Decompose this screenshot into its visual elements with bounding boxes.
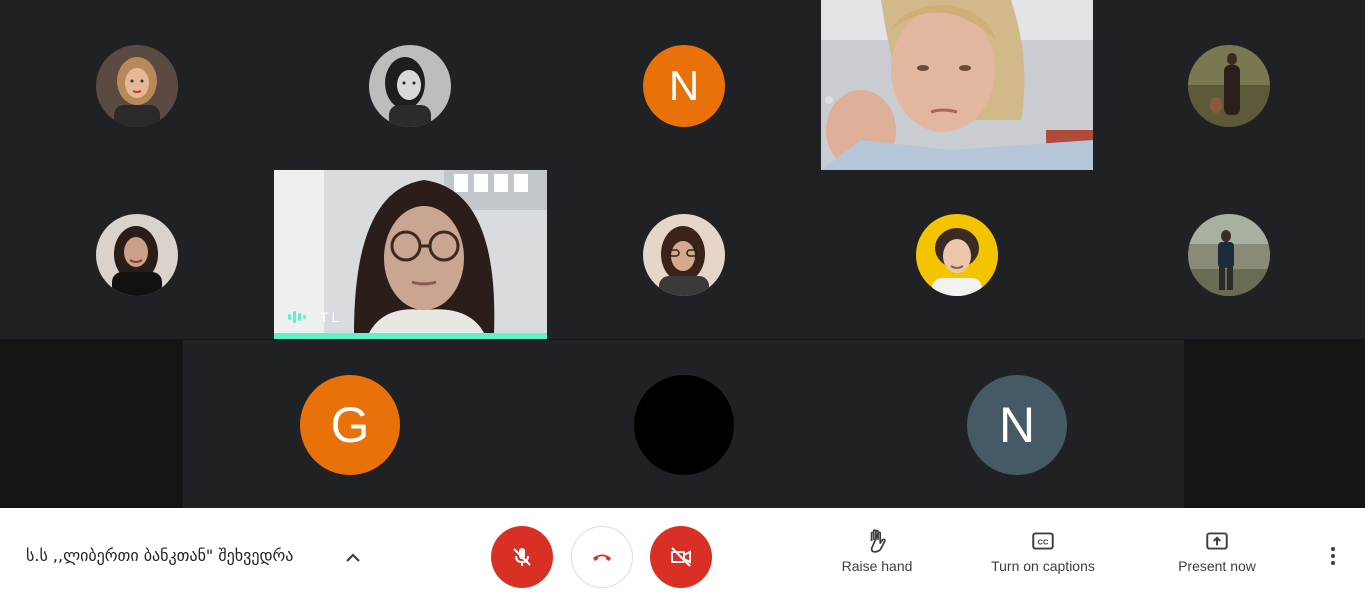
- person-avatar-icon: [1188, 45, 1270, 127]
- participant-initial: N: [998, 397, 1036, 453]
- chevron-up-icon[interactable]: [343, 548, 363, 568]
- meeting-title[interactable]: ს.ს ,,ლიბერთი ბანკთან" შეხვედრა: [26, 546, 293, 565]
- participant-avatar: [643, 214, 725, 296]
- participant-avatar: [916, 214, 998, 296]
- hand-icon: [870, 529, 886, 553]
- raise-hand-button[interactable]: Raise hand: [832, 528, 922, 574]
- participant-video: [821, 0, 1093, 170]
- present-now-button[interactable]: Present now: [1168, 528, 1266, 574]
- call-end-icon: [593, 554, 611, 561]
- participant-avatar: [1188, 214, 1270, 296]
- person-avatar-icon: [916, 214, 998, 296]
- captions-button[interactable]: CC Turn on captions: [980, 528, 1106, 574]
- participant-grid: N TL: [0, 0, 1365, 339]
- participant-avatar: [369, 45, 451, 127]
- participant-initial-avatar: G: [300, 375, 400, 475]
- bottom-tile-area: G N: [183, 339, 1184, 508]
- participant-avatar: [96, 45, 178, 127]
- person-avatar-icon: [96, 214, 178, 296]
- participant-initial: N: [668, 62, 700, 109]
- closed-captions-icon: CC: [1032, 532, 1054, 550]
- participant-avatar: [1188, 45, 1270, 127]
- person-avatar-icon: [369, 45, 451, 127]
- present-to-all-icon: [1206, 532, 1228, 550]
- participant-blank-avatar: [634, 375, 734, 475]
- svg-text:CC: CC: [1038, 537, 1049, 546]
- leave-call-button[interactable]: [571, 526, 633, 588]
- present-now-label: Present now: [1178, 558, 1256, 574]
- camera-toggle-button[interactable]: [650, 526, 712, 588]
- participant-grid-bottom: G N: [0, 339, 1365, 508]
- captions-label: Turn on captions: [991, 558, 1095, 574]
- person-avatar-icon: [643, 214, 725, 296]
- videocam-off-icon: [671, 547, 691, 567]
- participant-initial: G: [330, 397, 370, 453]
- meeting-stage: N TL G N: [0, 0, 1365, 508]
- mic-toggle-button[interactable]: [491, 526, 553, 588]
- mic-off-icon: [513, 548, 531, 566]
- person-avatar-icon: [96, 45, 178, 127]
- raise-hand-label: Raise hand: [841, 558, 913, 574]
- more-options-icon[interactable]: [1322, 545, 1344, 567]
- participant-initial-avatar: N: [967, 375, 1067, 475]
- person-avatar-icon: [1188, 214, 1270, 296]
- video-feed: [274, 170, 547, 333]
- audio-level-icon: [288, 310, 306, 324]
- participant-initial-avatar: N: [643, 45, 725, 127]
- video-feed: [821, 0, 1093, 170]
- participant-avatar: [96, 214, 178, 296]
- participant-video-speaking: [274, 170, 547, 333]
- participant-name-tag: TL: [320, 309, 343, 325]
